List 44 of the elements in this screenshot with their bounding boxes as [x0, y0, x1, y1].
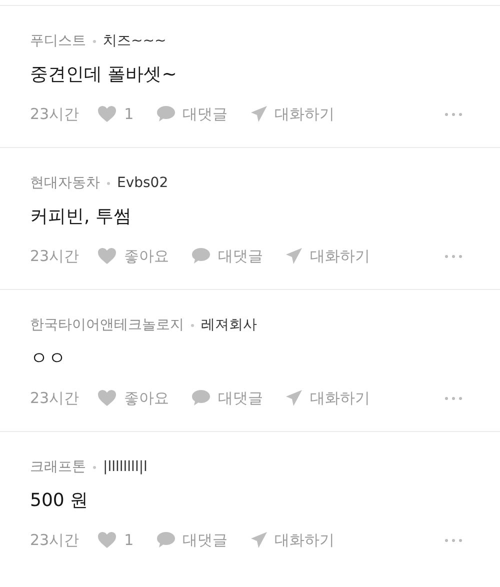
company-name: 현대자동차 [30, 174, 100, 193]
comment-text: 커피빈, 투썸 [30, 205, 132, 229]
chat-button[interactable]: 대화하기 [285, 245, 370, 267]
like-button[interactable]: 1 [97, 529, 134, 551]
chat-button[interactable]: 대화하기 [250, 529, 335, 551]
chat-button[interactable]: 대화하기 [250, 103, 335, 125]
chat-button[interactable]: 대화하기 [285, 387, 370, 409]
reply-button[interactable]: 대댓글 [191, 387, 264, 409]
reply-button[interactable]: 대댓글 [156, 103, 228, 125]
speech-bubble-icon [156, 531, 176, 549]
company-name: 한국타이어앤테크놀로지 [30, 316, 184, 335]
company-name: 푸디스트 [30, 32, 86, 51]
paper-plane-icon [285, 247, 304, 265]
reply-button[interactable]: 대댓글 [156, 529, 228, 551]
paper-plane-icon [285, 389, 304, 407]
user-nickname: |llllllll|l [103, 458, 148, 477]
comment-time: 23시간 [30, 388, 80, 409]
separator-dot [107, 182, 110, 184]
separator-dot [93, 466, 96, 468]
comment-text: 500 원 [30, 489, 90, 513]
paper-plane-icon [250, 531, 268, 549]
speech-bubble-icon [156, 105, 176, 123]
separator-dot [191, 324, 194, 326]
reply-button[interactable]: 대댓글 [191, 245, 264, 267]
comment-text: 중견인데 폴바셋~ [30, 63, 178, 87]
company-name: 크래프톤 [30, 458, 86, 477]
separator-dot [93, 40, 96, 42]
comment-time: 23시간 [30, 104, 80, 125]
heart-icon [97, 389, 118, 407]
comment-time: 23시간 [30, 530, 80, 551]
heart-icon [97, 531, 118, 549]
like-button[interactable]: 좋아요 [97, 387, 170, 409]
like-button[interactable]: 좋아요 [97, 245, 170, 267]
paper-plane-icon [250, 105, 268, 123]
comment-text: ㅇㅇ [30, 347, 67, 371]
user-nickname: Evbs02 [117, 174, 168, 193]
like-button[interactable]: 1 [97, 103, 134, 125]
comment-time: 23시간 [30, 246, 80, 267]
heart-icon [97, 247, 118, 265]
heart-icon [97, 105, 118, 123]
user-nickname: 치즈~~~ [103, 32, 166, 51]
user-nickname: 레져회사 [201, 316, 257, 335]
speech-bubble-icon [191, 247, 212, 265]
speech-bubble-icon [191, 389, 212, 407]
